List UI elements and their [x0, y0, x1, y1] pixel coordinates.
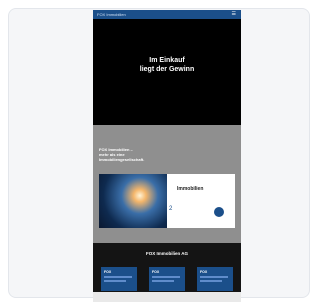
promo-card[interactable]: Immobilien 2	[99, 174, 235, 228]
top-navigation-bar: FOX Immobilien ☰	[93, 10, 241, 19]
tile-label: FOX	[152, 270, 160, 274]
tile-text-line	[200, 280, 222, 282]
hero-section: Im Einkauf liegt der Gewinn	[93, 19, 241, 125]
tile-label: FOX	[200, 270, 208, 274]
tile-text-line	[152, 280, 174, 282]
tile-text-line	[152, 276, 180, 278]
hero-title: Im Einkauf liegt der Gewinn	[93, 56, 241, 74]
company-section-title: FOX Immobilien AG	[145, 251, 189, 256]
promo-number: 2	[169, 206, 173, 212]
intro-heading-line-3: Immobiliengesellschaft.	[99, 157, 145, 162]
hero-title-line-1: Im Einkauf	[149, 57, 185, 64]
company-tile-1[interactable]: FOX	[101, 267, 137, 291]
intro-section: FOX Immobilien – mehr als eine Immobilie…	[93, 125, 241, 243]
company-tile-3[interactable]: FOX	[197, 267, 233, 291]
tile-text-line	[104, 280, 126, 282]
menu-icon[interactable]: ☰	[232, 11, 236, 18]
tile-text-line	[104, 276, 132, 278]
tile-label: FOX	[104, 270, 112, 274]
promo-image	[99, 174, 167, 228]
website-preview: FOX Immobilien ☰ Im Einkauf liegt der Ge…	[93, 10, 241, 302]
page-footer-strip	[93, 292, 241, 302]
promo-action-button[interactable]	[214, 207, 224, 217]
promo-tag: Immobilien	[177, 186, 204, 192]
tile-text-line	[200, 276, 228, 278]
company-tile-2[interactable]: FOX	[149, 267, 185, 291]
brand-logo-text[interactable]: FOX Immobilien	[97, 11, 126, 18]
hero-title-line-2: liegt der Gewinn	[139, 66, 195, 73]
intro-heading: FOX Immobilien – mehr als eine Immobilie…	[99, 147, 169, 162]
